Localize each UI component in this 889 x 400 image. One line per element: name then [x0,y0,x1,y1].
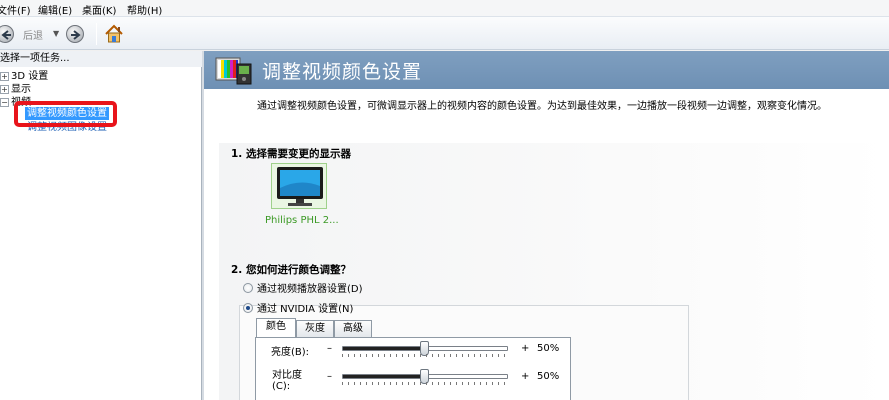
brightness-label: 亮度(B): [271,347,310,358]
radio-label: 通过 NVIDIA 设置(N) [257,304,354,315]
page-description: 通过调整视频颜色设置，可微调显示器上的视频内容的颜色设置。为达到最佳效果，一边播… [257,101,827,112]
highlight-annotation-box [14,101,117,127]
back-label: 后退 [23,31,43,42]
brightness-plus: + [521,343,530,354]
toolbar-separator [96,23,97,45]
back-button[interactable] [0,25,14,43]
menu-desktop[interactable]: 桌面(K) [82,2,116,17]
contrast-label: 对比度 (C): [272,370,302,392]
expand-plus-icon[interactable]: + [0,84,9,94]
tab-advanced[interactable]: 高级 [334,320,372,337]
contrast-ticks [342,382,508,385]
contrast-minus: – [327,371,332,382]
contrast-plus: + [521,371,530,382]
contrast-slider-fill [343,375,425,378]
page-banner: 调整视频颜色设置 [204,51,889,89]
contrast-value: 50% [537,371,560,382]
radio-nvidia-settings[interactable]: 通过 NVIDIA 设置(N) [243,300,353,315]
back-history-dropdown[interactable]: ▼ [53,29,59,38]
brightness-value: 50% [537,343,560,354]
brightness-slider[interactable] [342,341,508,356]
tab-gamma[interactable]: 灰度 [296,320,334,337]
tab-color[interactable]: 颜色 [256,318,296,337]
display-selector-philips[interactable] [271,163,327,209]
contrast-slider[interactable] [342,369,508,384]
task-pane: 选择一项任务... +3D 设置 + 显示 − 视频 调整视频颜色设置 调整视频图像… [0,51,202,400]
forward-button[interactable] [66,25,84,43]
page-title: 调整视频颜色设置 [262,61,423,83]
section-color-method-heading: 2. 您如何进行颜色调整？ [231,264,351,276]
section-select-display-heading: 1. 选择需要变更的显示器 [231,148,351,160]
brightness-minus: – [327,343,332,354]
home-icon [105,24,123,43]
arrow-right-icon [71,30,81,40]
video-color-monitor-icon [215,57,252,85]
menu-help[interactable]: 帮助(H) [127,2,162,17]
brightness-ticks [342,354,508,357]
tree-item-display-label: 显示 [11,84,31,95]
menu-bar: 文件(F) 编辑(E) 桌面(K) 帮助(H) [0,0,889,17]
color-tab-panel: 亮度(B): – + 50% 对比度 (C): – + 50% [255,337,571,400]
monitor-icon [277,167,323,206]
contrast-label-line2: (C): [272,381,291,392]
tree-item-3d[interactable]: +3D 设置 [0,70,48,83]
tree-item-display[interactable]: + 显示 [0,83,31,96]
home-button[interactable] [103,23,125,45]
radio-button-checked[interactable] [243,303,253,313]
menu-edit[interactable]: 编辑(E) [38,2,72,17]
radio-button[interactable] [243,283,253,293]
expand-plus-icon[interactable]: + [0,71,9,81]
display-name: Philips PHL 2... [265,215,339,226]
radio-label: 通过视频播放器设置(D) [257,284,363,295]
radio-video-player-settings[interactable]: 通过视频播放器设置(D) [243,280,363,295]
collapse-minus-icon[interactable]: − [0,97,9,107]
menu-file[interactable]: 文件(F) [0,2,31,17]
contrast-label-line1: 对比度 [272,370,302,381]
arrow-left-icon [1,30,11,40]
content-pane: 调整视频颜色设置 通过调整视频颜色设置，可微调显示器上的视频内容的颜色设置。为达… [204,51,889,400]
tree-item-3d-label: 3D 设置 [11,71,49,82]
task-pane-header: 选择一项任务... [0,51,202,67]
brightness-slider-fill [343,347,425,350]
toolbar: 后退 ▼ [0,17,889,50]
